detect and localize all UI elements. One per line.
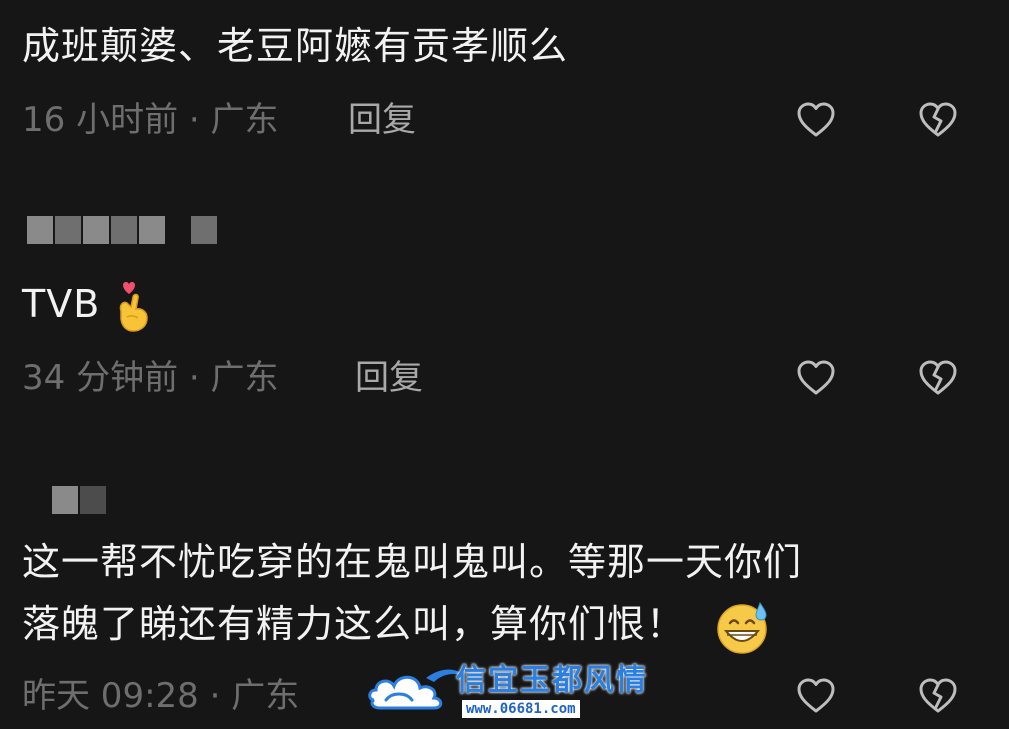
comment-1-dislike-button[interactable] [916,98,960,142]
comment-3-username-blurred[interactable] [52,486,106,514]
heart-finger-emoji [120,281,149,332]
comment-1-reply-button[interactable]: 回复 [348,100,416,140]
comment-2-meta: 34 分钟前 · 广东 [22,358,279,398]
heart-outline-icon [797,360,835,395]
site-watermark: 信宜玉都风情 www.06681.com [366,660,646,722]
comment-1-like-button[interactable] [794,98,838,142]
heart-outline-icon [797,102,835,137]
grinning-sweat-emoji [717,601,767,654]
broken-heart-icon [919,102,957,137]
comment-2-like-button[interactable] [794,356,838,400]
comment-list: 成班颠婆、老豆阿嬷有贡孝顺么 16 小时前 · 广东 回复 TVB 34 分钟前… [0,0,1009,729]
comment-3-like-button[interactable] [794,674,838,718]
heart-outline-icon [797,678,835,713]
comment-1-text: 成班颠婆、老豆阿嬷有贡孝顺么 [22,24,569,68]
watermark-title: 信宜玉都风情 [456,663,648,698]
comment-2-dislike-button[interactable] [916,356,960,400]
comment-3-dislike-button[interactable] [916,674,960,718]
comment-3-meta: 昨天 09:28 · 广东 [22,676,300,716]
watermark-url: www.06681.com [462,700,580,718]
comment-2-text: TVB [22,274,153,334]
broken-heart-icon [919,678,957,713]
comment-2-text-label: TVB [22,282,101,326]
comment-2-username-blurred[interactable] [27,216,217,244]
comment-1-meta: 16 小时前 · 广东 [22,100,279,140]
cloud-logo-icon [368,669,464,710]
comment-3-text-line2: 落魄了睇还有精力这么叫，算你们恨！ [22,594,770,655]
broken-heart-icon [919,360,957,395]
comment-2-reply-button[interactable]: 回复 [355,358,423,398]
comment-3-text-line1: 这一帮不忧吃穿的在鬼叫鬼叫。等那一天你们 [22,540,803,584]
comment-3-text-line2-label: 落魄了睇还有精力这么叫，算你们恨！ [22,602,686,646]
